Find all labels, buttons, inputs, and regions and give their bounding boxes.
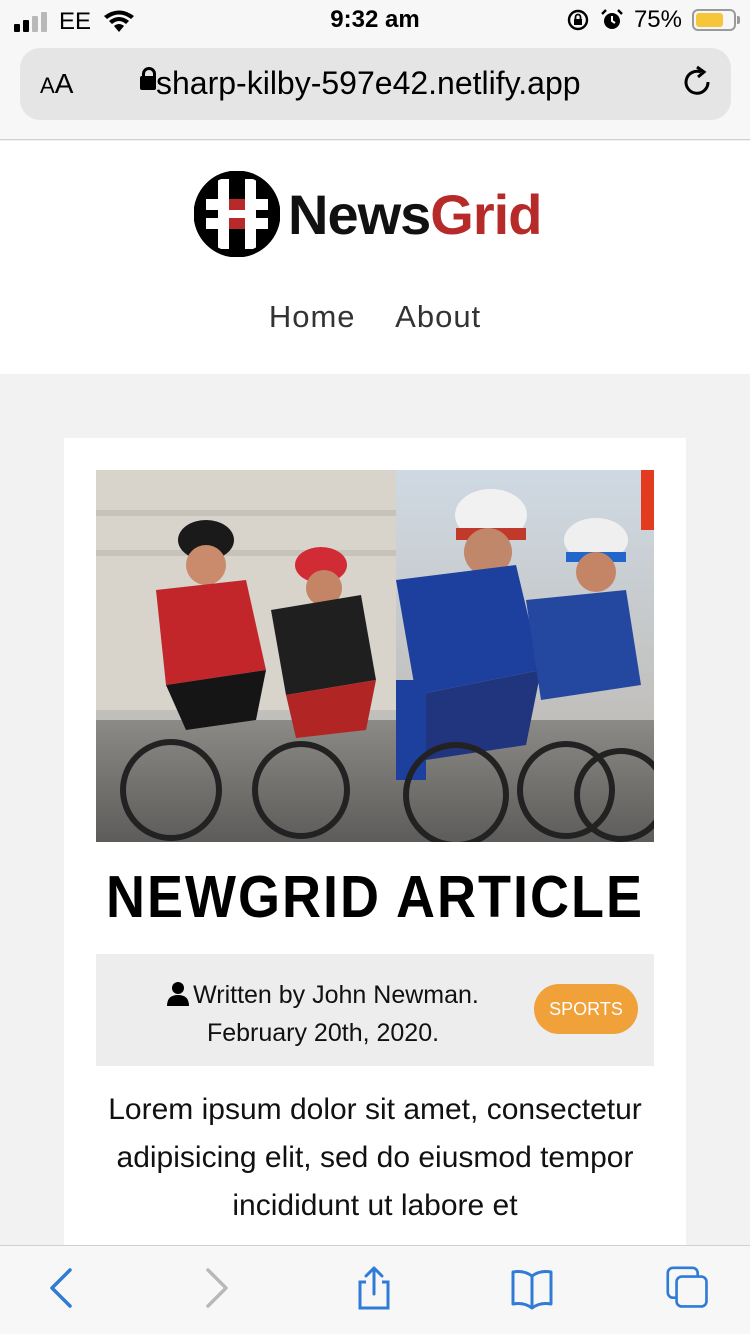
article-card: NEWGRID ARTICLE Written by John Newman. …	[64, 438, 686, 1258]
url-text[interactable]: sharp-kilby-597e42.netlify.app	[156, 65, 581, 102]
browser-toolbar	[0, 1245, 750, 1334]
byline: Written by John Newman.	[193, 981, 479, 1009]
forward-icon[interactable]	[194, 1266, 238, 1310]
status-bar: EE 9:32 am 75%	[0, 0, 750, 42]
lock-icon	[140, 67, 156, 90]
share-icon[interactable]	[352, 1266, 396, 1310]
alarm-icon	[601, 9, 623, 29]
text-size-button[interactable]: AA	[40, 68, 73, 100]
reload-icon[interactable]	[679, 64, 715, 100]
nav-about[interactable]: About	[395, 299, 481, 334]
address-bar[interactable]: AA sharp-kilby-597e42.netlify.app	[20, 48, 731, 120]
globe-icon	[194, 171, 280, 257]
browser-address-area: AA sharp-kilby-597e42.netlify.app	[0, 42, 750, 140]
article-meta: Written by John Newman. February 20th, 2…	[96, 954, 654, 1066]
tabs-icon[interactable]	[666, 1266, 710, 1310]
user-icon	[167, 982, 190, 1006]
nav-home[interactable]: Home	[269, 299, 356, 334]
rotation-lock-icon	[567, 9, 589, 31]
article-body: Lorem ipsum dolor sit amet, consectetur …	[108, 1093, 642, 1222]
brand-name: NewsGrid	[288, 182, 542, 246]
site-logo[interactable]: NewsGrid	[194, 171, 542, 257]
site-header: NewsGrid Home About	[0, 141, 750, 374]
back-icon[interactable]	[40, 1266, 84, 1310]
category-badge[interactable]: SPORTS	[534, 984, 638, 1034]
battery-percent: 75%	[633, 6, 682, 33]
battery-icon	[692, 9, 740, 31]
article-title: NEWGRID ARTICLE	[106, 864, 644, 930]
bookmarks-icon[interactable]	[510, 1266, 554, 1310]
article-image	[96, 470, 654, 842]
main-nav: Home About	[0, 299, 750, 335]
publish-date: February 20th, 2020.	[206, 1019, 440, 1047]
